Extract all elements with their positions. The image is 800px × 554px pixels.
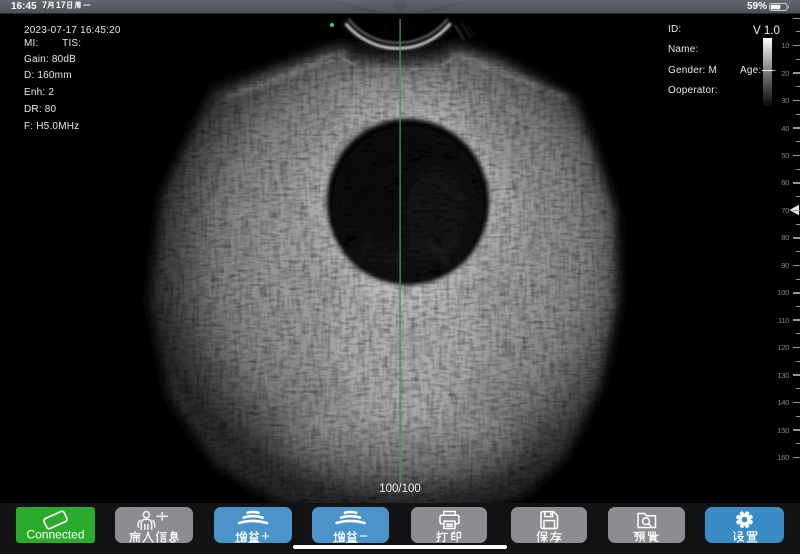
svg-text:Connected: Connected	[26, 528, 84, 542]
